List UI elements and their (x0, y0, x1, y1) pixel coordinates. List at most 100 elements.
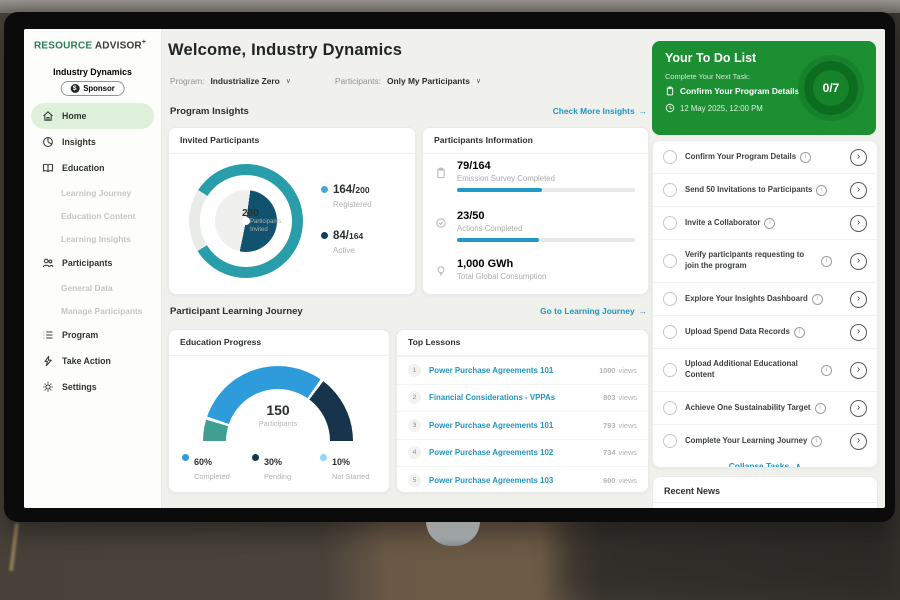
lesson-link[interactable]: Power Purchase Agreements 101 (429, 366, 553, 375)
info-icon[interactable]: i (811, 436, 822, 447)
survey-value: 79/164 (457, 160, 491, 172)
registered-label: Registered (333, 200, 372, 209)
pending-label: Pending (264, 472, 291, 481)
task-row[interactable]: Upload Additional Educational Content i … (653, 348, 877, 391)
info-icon[interactable]: i (816, 185, 827, 196)
completed-label: Completed (194, 472, 230, 481)
task-checkbox[interactable] (663, 401, 677, 415)
participants-icon (42, 257, 54, 269)
sidebar-item-program[interactable]: Program (31, 322, 154, 348)
task-chevron-button[interactable]: › (850, 253, 867, 270)
lesson-row[interactable]: 3 Power Purchase Agreements 101 793views (397, 411, 648, 439)
task-row[interactable]: Explore Your Insights Dashboard i › (653, 282, 877, 315)
task-checkbox[interactable] (663, 150, 677, 164)
collapse-tasks-link[interactable]: Collapse Tasks ∧ (653, 457, 877, 468)
sidebar-item-insights[interactable]: Insights (31, 129, 154, 155)
recent-news-title: Recent News (653, 477, 877, 503)
org-name: Industry Dynamics (24, 67, 161, 77)
task-chevron-button[interactable]: › (850, 400, 867, 417)
task-checkbox[interactable] (663, 325, 677, 339)
task-checkbox[interactable] (663, 292, 677, 306)
take-action-icon (42, 355, 54, 367)
background-cable (9, 523, 19, 571)
info-icon[interactable]: i (821, 256, 832, 267)
sidebar-item-label: Insights (62, 137, 96, 147)
learning-journey-title: Participant Learning Journey (170, 306, 303, 317)
donut-inner-ring: 200 Participants Invited (215, 190, 277, 252)
info-icon[interactable]: i (764, 218, 775, 229)
task-row[interactable]: Verify participants requesting to join t… (653, 239, 877, 282)
sidebar-item-education-content[interactable]: Education Content (24, 204, 161, 227)
program-filter[interactable]: Program: Industrialize Zero ∨ (170, 76, 291, 86)
donut-gap-ring: 200 Participants Invited (200, 175, 292, 267)
program-list-icon (42, 329, 54, 341)
sponsor-badge[interactable]: $ Sponsor (60, 81, 125, 96)
info-icon[interactable]: i (812, 294, 823, 305)
todo-subtitle: Complete Your Next Task: (665, 72, 750, 81)
task-chevron-button[interactable]: › (850, 291, 867, 308)
sidebar-item-settings[interactable]: Settings (31, 374, 154, 400)
logo-plus: + (142, 39, 146, 46)
lesson-row[interactable]: 2 Financial Considerations - VPPAs 803vi… (397, 384, 648, 412)
sidebar-item-education[interactable]: Education (31, 155, 154, 181)
sidebar-item-general-data[interactable]: General Data (24, 276, 161, 299)
sidebar-item-label: Education Content (61, 211, 135, 221)
task-row[interactable]: Confirm Your Program Details i › (653, 141, 877, 173)
task-chevron-button[interactable]: › (850, 362, 867, 379)
sidebar-item-participants[interactable]: Participants (31, 250, 154, 276)
sidebar-item-learning-insights[interactable]: Learning Insights (24, 227, 161, 250)
task-row[interactable]: Achieve One Sustainability Target i › (653, 391, 877, 424)
lesson-row[interactable]: 5 Power Purchase Agreements 103 600views (397, 466, 648, 493)
info-icon[interactable]: i (815, 403, 826, 414)
survey-progress-fill (457, 188, 542, 192)
task-label: Invite a Collaborator (685, 218, 760, 229)
sidebar-item-home[interactable]: Home (31, 103, 154, 129)
task-checkbox[interactable] (663, 254, 677, 268)
completed-pct: 60% (194, 457, 212, 467)
photo-backdrop: RESOURCE ADVISOR+ Industry Dynamics $ Sp… (0, 0, 900, 600)
survey-label: Emission Survey Completed (457, 174, 555, 183)
app-logo: RESOURCE ADVISOR+ (34, 39, 146, 51)
task-checkbox[interactable] (663, 363, 677, 377)
go-to-learning-journey-link[interactable]: Go to Learning Journey→ (540, 306, 647, 316)
info-icon[interactable]: i (800, 152, 811, 163)
lesson-views-word: views (619, 421, 637, 430)
task-chevron-button[interactable]: › (850, 215, 867, 232)
lesson-link[interactable]: Power Purchase Agreements 102 (429, 448, 553, 457)
top-lessons-card-title: Top Lessons (397, 330, 648, 356)
check-more-insights-link[interactable]: Check More Insights→ (553, 106, 647, 116)
task-checkbox[interactable] (663, 183, 677, 197)
lesson-link[interactable]: Power Purchase Agreements 103 (429, 476, 553, 485)
task-chevron-button[interactable]: › (850, 182, 867, 199)
sidebar-item-take-action[interactable]: Take Action (31, 348, 154, 374)
lesson-row[interactable]: 4 Power Purchase Agreements 102 734views (397, 439, 648, 467)
todo-due-label: 12 May 2025, 12:00 PM (680, 104, 763, 113)
sidebar-item-learning-journey[interactable]: Learning Journey (24, 181, 161, 204)
lesson-link[interactable]: Financial Considerations - VPPAs (429, 393, 555, 402)
task-checkbox[interactable] (663, 216, 677, 230)
task-label: Complete Your Learning Journey (685, 436, 807, 447)
lesson-row[interactable]: 1 Power Purchase Agreements 101 1000view… (397, 356, 648, 384)
task-row[interactable]: Invite a Collaborator i › (653, 206, 877, 239)
info-icon[interactable]: i (821, 365, 832, 376)
sidebar-item-manage-participants[interactable]: Manage Participants (24, 299, 161, 322)
education-progress-card: Education Progress 150 Participants 60% … (168, 329, 390, 493)
task-chevron-button[interactable]: › (850, 433, 867, 450)
task-chevron-button[interactable]: › (850, 149, 867, 166)
task-row[interactable]: Complete Your Learning Journey i › (653, 424, 877, 457)
participants-filter[interactable]: Participants: Only My Participants ∨ (335, 76, 481, 86)
task-chevron-button[interactable]: › (850, 324, 867, 341)
task-checkbox[interactable] (663, 434, 677, 448)
sidebar-item-label: Manage Participants (61, 306, 142, 316)
lesson-views: 600views (600, 475, 637, 486)
gauge-center-label: Participants (218, 419, 338, 428)
survey-progress-bar (457, 188, 635, 192)
info-icon[interactable]: i (794, 327, 805, 338)
task-row[interactable]: Send 50 Invitations to Participants i › (653, 173, 877, 206)
gauge-center: 150 Participants (218, 402, 338, 428)
task-row[interactable]: Upload Spend Data Records i › (653, 315, 877, 348)
lesson-link[interactable]: Power Purchase Agreements 101 (429, 421, 553, 430)
chevron-down-icon: ∨ (476, 77, 481, 85)
actions-progress-bar (457, 238, 635, 242)
task-label: Verify participants requesting to join t… (685, 250, 817, 271)
